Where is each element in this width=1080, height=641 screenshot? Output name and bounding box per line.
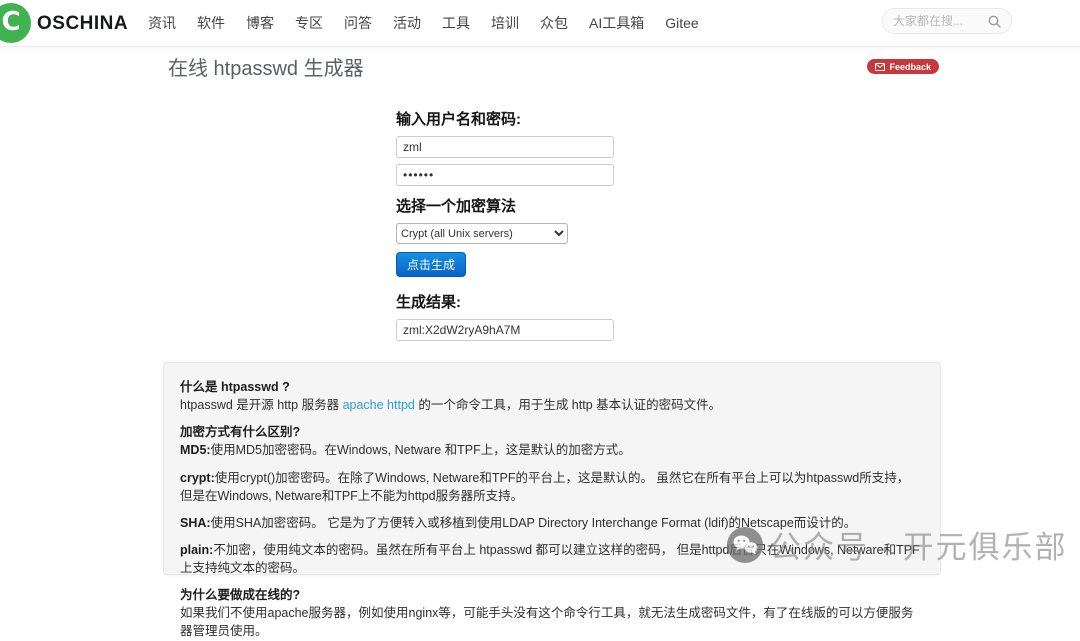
generate-button[interactable]: 点击生成	[396, 252, 466, 277]
nav-item-news[interactable]: 资讯	[148, 13, 176, 33]
page-title: 在线 htpasswd 生成器	[168, 52, 364, 81]
top-navbar: C OSCHINA 资讯 软件 博客 专区 问答 活动 工具 培训 众包 AI工…	[0, 0, 1080, 47]
info-why-section: 为什么要做成在线的? 如果我们不使用apache服务器，例如使用nginx等，可…	[180, 586, 924, 640]
info-diff-title: 加密方式有什么区别?	[180, 425, 300, 439]
info-what-body-pre: htpasswd 是开源 http 服务器	[180, 398, 343, 412]
search-input[interactable]	[893, 14, 983, 28]
info-plain-prefix: plain:	[180, 543, 213, 557]
info-sha-section: SHA:使用SHA加密密码。 它是为了方便转入或移植到使用LDAP Direct…	[180, 514, 924, 532]
nav-menu: 资讯 软件 博客 专区 问答 活动 工具 培训 众包 AI工具箱 Gitee	[148, 13, 699, 33]
nav-item-zone[interactable]: 专区	[295, 13, 323, 33]
oschina-logo[interactable]: C OSCHINA	[0, 0, 130, 47]
info-sha-prefix: SHA:	[180, 516, 211, 530]
apache-httpd-link[interactable]: apache httpd	[343, 398, 415, 412]
username-input[interactable]	[396, 136, 614, 158]
info-md5-prefix: MD5:	[180, 443, 211, 457]
info-what-section: 什么是 htpasswd ? htpasswd 是开源 http 服务器 apa…	[180, 378, 924, 414]
oschina-logo-icon: C	[0, 3, 31, 43]
envelope-icon	[875, 63, 885, 71]
info-crypt-body: 使用crypt()加密密码。在除了Windows, Netware和TPF的平台…	[180, 471, 909, 503]
info-sha-body: 使用SHA加密密码。 它是为了方便转入或移植到使用LDAP Directory …	[211, 516, 857, 530]
htpasswd-form: 输入用户名和密码: 选择一个加密算法 Crypt (all Unix serve…	[396, 108, 626, 347]
result-output[interactable]	[396, 319, 614, 341]
password-input[interactable]	[396, 164, 614, 186]
nav-item-tools[interactable]: 工具	[442, 13, 470, 33]
algorithm-label: 选择一个加密算法	[396, 195, 626, 216]
info-what-body-post: 的一个命令工具，用于生成 http 基本认证的密码文件。	[415, 398, 721, 412]
feedback-label: Feedback	[889, 62, 931, 72]
nav-item-blog[interactable]: 博客	[246, 13, 274, 33]
info-what-title: 什么是 htpasswd ?	[180, 380, 290, 394]
nav-item-training[interactable]: 培训	[491, 13, 519, 33]
info-diff-section: 加密方式有什么区别? MD5:使用MD5加密密码。在Windows, Netwa…	[180, 423, 924, 459]
nav-item-events[interactable]: 活动	[393, 13, 421, 33]
feedback-button[interactable]: Feedback	[867, 59, 939, 74]
info-crypt-section: crypt:使用crypt()加密密码。在除了Windows, Netware和…	[180, 469, 924, 505]
logo-letter: C	[1, 9, 20, 35]
htpasswd-info-panel: 什么是 htpasswd ? htpasswd 是开源 http 服务器 apa…	[163, 362, 941, 575]
nav-item-software[interactable]: 软件	[197, 13, 225, 33]
info-why-title: 为什么要做成在线的?	[180, 588, 300, 602]
nav-item-crowdsourcing[interactable]: 众包	[540, 13, 568, 33]
search-box[interactable]	[882, 8, 1012, 34]
result-label: 生成结果:	[396, 291, 626, 312]
info-crypt-prefix: crypt:	[180, 471, 215, 485]
nav-item-qa[interactable]: 问答	[344, 13, 372, 33]
algorithm-select[interactable]: Crypt (all Unix servers)	[396, 223, 568, 244]
info-why-body: 如果我们不使用apache服务器，例如使用nginx等，可能手头没有这个命令行工…	[180, 606, 913, 638]
info-plain-section: plain:不加密，使用纯文本的密码。虽然在所有平台上 htpasswd 都可以…	[180, 541, 924, 577]
nav-item-ai-toolbox[interactable]: AI工具箱	[589, 13, 644, 33]
info-md5-body: 使用MD5加密密码。在Windows, Netware 和TPF上，这是默认的加…	[211, 443, 631, 457]
search-icon[interactable]	[988, 15, 1001, 28]
credentials-label: 输入用户名和密码:	[396, 108, 626, 129]
nav-item-gitee[interactable]: Gitee	[665, 15, 698, 31]
logo-text: OSCHINA	[37, 13, 128, 35]
info-plain-body: 不加密，使用纯文本的密码。虽然在所有平台上 htpasswd 都可以建立这样的密…	[180, 543, 920, 575]
